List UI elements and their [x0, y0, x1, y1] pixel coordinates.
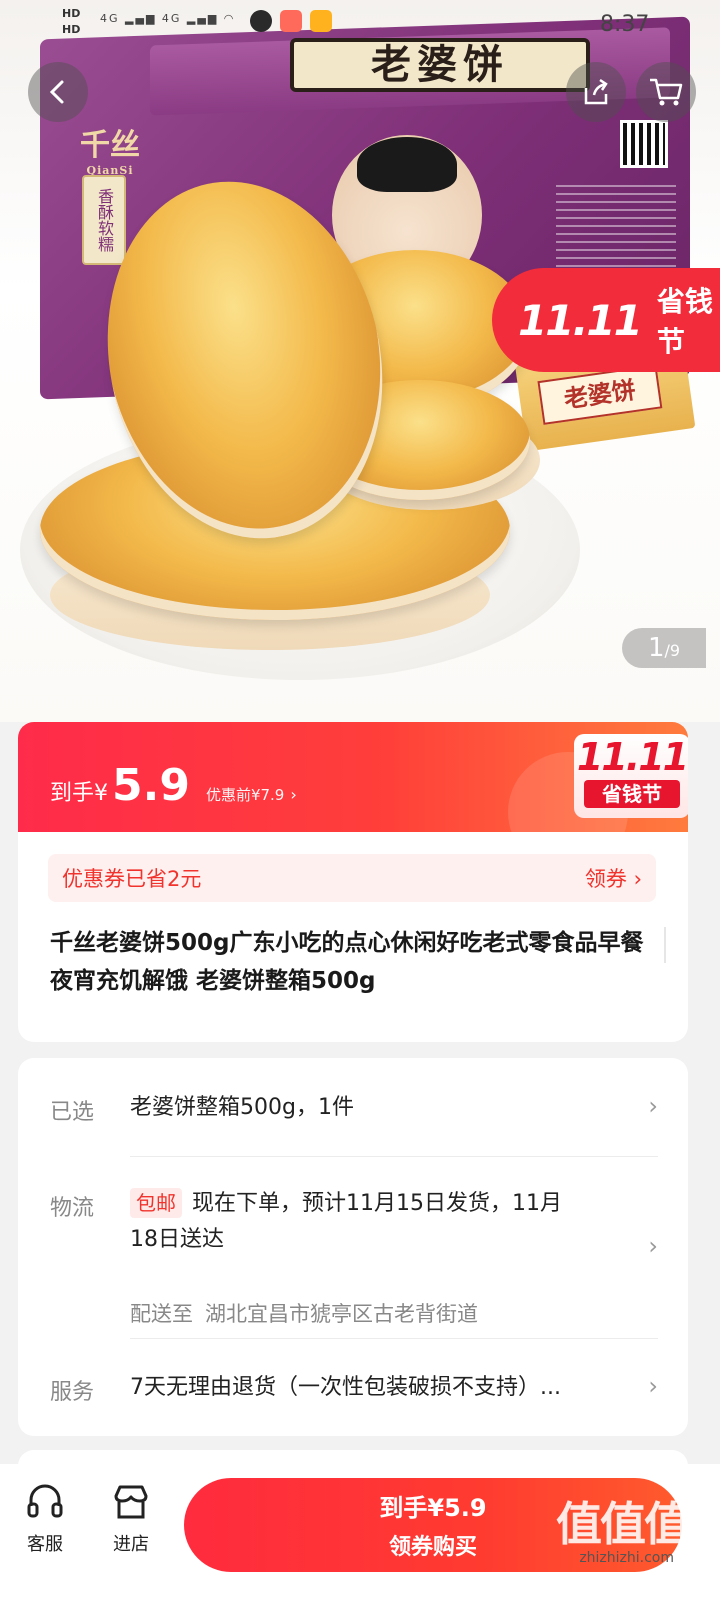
signal2-label: 4G [161, 12, 182, 25]
selected-value: 老婆饼整箱500g，1件 [130, 1095, 354, 1120]
row-divider [130, 1156, 658, 1157]
chevron-right-icon: › [648, 1092, 658, 1120]
delivery-estimate-line2: 18日送达 [130, 1227, 224, 1252]
clock: 8:37 [600, 12, 650, 37]
status-bar: HD HD 4G ▂▄▆ 4G ▂▄▆ ◠ 8:37 [0, 0, 720, 48]
product-title: 千丝老婆饼500g广东小吃的点心休闲好吃老式零食品早餐夜宵充饥解饿 老婆饼整箱5… [50, 930, 644, 994]
image-counter-total: /9 [664, 641, 681, 660]
image-counter-current: 1 [647, 633, 665, 663]
promo-1111-number: 11.11 [518, 295, 643, 345]
share-icon [584, 78, 608, 105]
qr-code-icon [620, 120, 668, 168]
notification-icons [250, 10, 332, 32]
back-button[interactable] [28, 62, 88, 122]
hd2-badge: HD [62, 23, 81, 36]
address-label: 配送至 [130, 1302, 193, 1326]
brand-logo: 千丝 QianSi [80, 120, 140, 177]
customer-service-label: 客服 [27, 1534, 63, 1555]
service-row[interactable]: 服务 7天无理由退货（一次性包装破损不支持）... › [50, 1370, 658, 1420]
chevron-right-icon: › [290, 785, 297, 804]
image-counter: 1/9 [622, 628, 706, 668]
get-coupon-link[interactable]: 领券 › [585, 863, 642, 893]
price-line: 到手¥ 5.9 优惠前¥7.9 › [50, 760, 297, 811]
promo-1111-badge: 11.11 省钱节 [574, 734, 688, 818]
customer-service-button[interactable]: 客服 [10, 1482, 80, 1556]
badge-1111-text: 省钱节 [584, 780, 680, 808]
cart-button[interactable] [636, 62, 696, 122]
coupon-saved-text: 优惠券已省2元 [62, 867, 202, 891]
selected-spec-row[interactable]: 已选 老婆饼整箱500g，1件 › [50, 1090, 658, 1150]
delivery-address: 配送至 湖北宜昌市猇亭区古老背街道 [130, 1298, 478, 1328]
logistics-row[interactable]: 物流 包邮 现在下单，预计11月15日发货，11月 18日送达 › 配送至 湖北宜昌… [50, 1186, 658, 1336]
product-info-card: 已选 老婆饼整箱500g，1件 › 物流 包邮 现在下单，预计11月15日发货，1… [18, 1058, 688, 1436]
service-value: 7天无理由退货（一次性包装破损不支持）... [130, 1375, 561, 1400]
coupon-bar[interactable]: 优惠券已省2元 领券 › [48, 854, 656, 902]
shopping-app-icon [310, 10, 332, 32]
watermark-logo: 值值值 [556, 1497, 690, 1551]
share-button[interactable] [566, 62, 626, 122]
logistics-value: 包邮 现在下单，预计11月15日发货，11月 18日送达 [130, 1186, 630, 1258]
sim-indicators: HD HD [62, 6, 80, 38]
delivery-estimate-line1: 现在下单，预计11月15日发货，11月 [192, 1191, 562, 1216]
mail-app-icon [280, 10, 302, 32]
promo-1111-flag: 11.11 省钱节 [492, 268, 720, 372]
logistics-label: 物流 [50, 1196, 95, 1221]
hd1-badge: HD [62, 7, 81, 20]
box-tag: 香酥软糯 [82, 175, 126, 265]
cart-icon [650, 78, 683, 106]
store-icon [114, 1485, 148, 1519]
free-shipping-badge: 包邮 [130, 1188, 182, 1218]
price-prefix: 到手¥ [50, 781, 108, 806]
enter-store-label: 进店 [113, 1534, 149, 1555]
product-image-carousel[interactable]: 老婆饼 千丝 QianSi 香酥软糯 老婆饼 HD HD 4G ▂▄▆ 4G ▂… [0, 0, 720, 722]
headset-icon [27, 1484, 63, 1518]
price-value: 5.9 [112, 760, 190, 811]
chevron-left-icon [49, 80, 64, 104]
badge-1111-number: 11.11 [576, 735, 688, 779]
product-title-card: 优惠券已省2元 领券 › 千丝老婆饼500g广东小吃的点心休闲好吃老式零食品早餐… [18, 832, 688, 1042]
watermark-url: zhizhizhi.com [579, 1550, 674, 1566]
wechat-icon [250, 10, 272, 32]
brand-name: 千丝 [80, 128, 140, 163]
site-watermark: 值值值 zhizhizhi.com [556, 1497, 690, 1566]
selected-label: 已选 [50, 1100, 95, 1125]
promo-1111-text: 省钱节 [656, 285, 713, 358]
title-divider [664, 927, 666, 963]
price-banner: 到手¥ 5.9 优惠前¥7.9 › 11.11 省钱节 [18, 722, 688, 832]
pack-label: 老婆饼 [537, 364, 663, 425]
service-label: 服务 [50, 1380, 95, 1405]
signal-icons: 4G ▂▄▆ 4G ▂▄▆ ◠ [100, 12, 236, 25]
enter-store-button[interactable]: 进店 [96, 1482, 166, 1556]
signal1-label: 4G [100, 12, 120, 25]
original-price-link[interactable]: 优惠前¥7.9 [206, 784, 284, 805]
chevron-right-icon: › [648, 1372, 658, 1400]
chevron-right-icon: › [648, 1232, 658, 1260]
address-value: 湖北宜昌市猇亭区古老背街道 [205, 1302, 478, 1326]
box-fine-print [556, 185, 676, 275]
row-divider [130, 1338, 658, 1339]
